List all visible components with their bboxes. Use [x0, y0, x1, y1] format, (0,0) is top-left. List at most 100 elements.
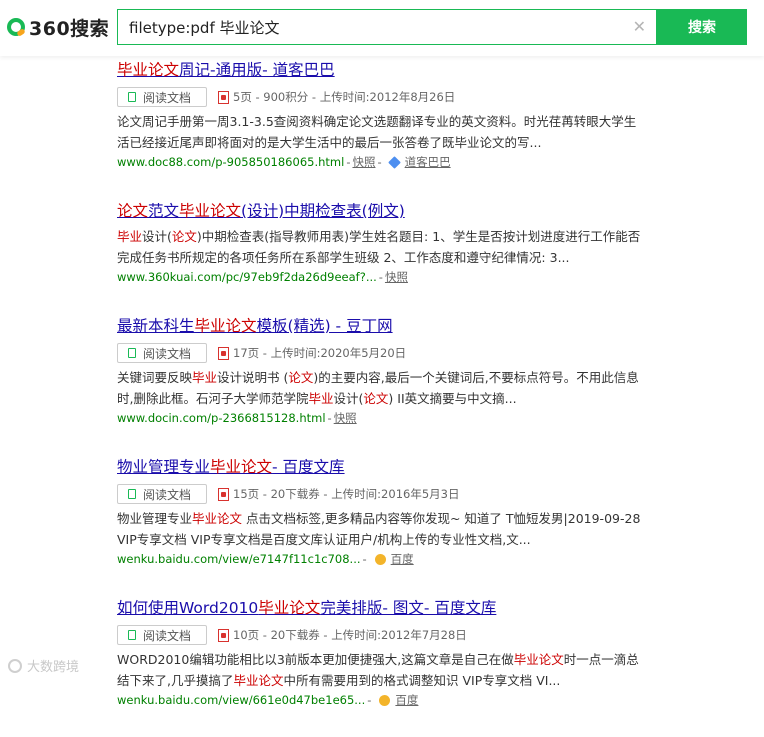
snippet-highlight: 毕业: [192, 370, 218, 385]
title-highlight: 毕业论文: [258, 599, 321, 617]
pdf-icon: [218, 487, 229, 501]
document-icon: [128, 348, 136, 358]
read-document-button[interactable]: 阅读文档: [117, 343, 207, 363]
snippet-highlight: 论文: [288, 370, 314, 385]
title-text: 物业管理专业: [117, 458, 211, 476]
header: 360搜索 ✕ 搜索: [0, 0, 764, 56]
snippet-line: WORD2010编辑功能相比以3前版本更加便捷强大,这篇文章是自己在做毕业论文时…: [117, 649, 677, 670]
separator: -: [327, 411, 332, 425]
snippet-line: VIP专享文档 VIP专享文档是百度文库认证用户/机构上传的专业性文档,文...: [117, 529, 677, 550]
title-text: (设计)中期检查表(例文): [241, 202, 405, 220]
search-button[interactable]: 搜索: [657, 9, 747, 45]
snippet-text: )的主要内容,最后一个关键词后,不要标点符号。不用此信息: [313, 370, 639, 385]
snippet-text: 点击文档标签,更多精品内容等你发现~ 知道了 T恤短发男|2019-09-28: [242, 511, 641, 526]
clear-icon[interactable]: ✕: [633, 17, 646, 37]
snippet-text: 设计(: [333, 391, 364, 406]
cache-link[interactable]: 快照: [334, 409, 357, 427]
read-document-label: 阅读文档: [143, 628, 192, 643]
snippet-text: 论文周记手册第一周3.1-3.5查阅资料确定论文选题翻译专业的英文资料。时光荏苒…: [117, 114, 637, 129]
result-meta-text: 17页 - 上传时间:2020年5月20日: [233, 346, 407, 360]
pdf-icon: [218, 628, 229, 642]
coin-icon: [379, 694, 391, 706]
snippet-line: 论文周记手册第一周3.1-3.5查阅资料确定论文选题翻译专业的英文资料。时光荏苒…: [117, 111, 677, 132]
result-snippet: 论文周记手册第一周3.1-3.5查阅资料确定论文选题翻译专业的英文资料。时光荏苒…: [117, 111, 677, 153]
separator: -: [362, 552, 367, 566]
read-document-button[interactable]: 阅读文档: [117, 87, 207, 107]
snippet-text: 设计说明书 (: [217, 370, 289, 385]
title-text: 周记-通用版- 道客巴巴: [179, 61, 335, 79]
diamond-icon: [387, 155, 401, 169]
result-url[interactable]: wenku.baidu.com/view/e7147f11c1c708...: [117, 550, 361, 568]
title-highlight: 论文: [117, 202, 149, 220]
result-url[interactable]: www.docin.com/p-2366815128.html: [117, 409, 326, 427]
snippet-line: 毕业设计(论文)中期检查表(指导教师用表)学生姓名题目: 1、学生是否按计划进度…: [117, 226, 677, 247]
search-result: 毕业论文周记-通用版- 道客巴巴阅读文档 5页 - 900积分 - 上传时间:20…: [117, 58, 677, 171]
cache-link[interactable]: 快照: [352, 153, 375, 171]
snippet-line: 结下来了,几乎摸搞了毕业论文中所有需要用到的格式调整知识 VIP专享文档 VI.…: [117, 670, 677, 691]
title-text: 模板(精选) - 豆丁网: [256, 317, 393, 335]
result-snippet: WORD2010编辑功能相比以3前版本更加便捷强大,这篇文章是自己在做毕业论文时…: [117, 649, 677, 691]
watermark: 大数跨境: [8, 656, 79, 675]
snippet-highlight: 论文: [171, 229, 197, 244]
cache-link[interactable]: 快照: [385, 268, 408, 286]
search-input[interactable]: [118, 10, 618, 44]
coin-icon: [374, 553, 386, 565]
result-url-row: wenku.baidu.com/view/e7147f11c1c708... -…: [117, 550, 677, 568]
snippet-highlight: 毕业: [308, 391, 334, 406]
snippet-line: 时,删除此框。石河子大学师范学院毕业设计(论文) II英文摘要与中文摘...: [117, 388, 677, 409]
result-title-link[interactable]: 毕业论文周记-通用版- 道客巴巴: [117, 58, 335, 82]
snippet-text: WORD2010编辑功能相比以3前版本更加便捷强大,这篇文章是自己在做: [117, 652, 514, 667]
snippet-text: 结下来了,几乎摸搞了: [117, 673, 234, 688]
search-result: 物业管理专业毕业论文- 百度文库 阅读文档 15页 - 20下载券 - 上传时间:2…: [117, 455, 677, 568]
title-highlight: 毕业论文: [194, 317, 257, 335]
watermark-logo-icon: [8, 658, 22, 673]
title-text: 范文: [148, 202, 180, 220]
result-meta-row: 阅读文档 10页 - 20下载券 - 上传时间:2012年7月28日: [117, 624, 677, 646]
result-url-row: www.docin.com/p-2366815128.html - 快照: [117, 409, 677, 427]
site-name-link[interactable]: 百度: [391, 550, 414, 568]
read-document-label: 阅读文档: [143, 346, 192, 361]
result-title-link[interactable]: 论文范文毕业论文(设计)中期检查表(例文): [117, 199, 405, 223]
result-title-link[interactable]: 如何使用Word2010毕业论文完美排版- 图文- 百度文库: [117, 596, 496, 620]
title-text: 如何使用Word2010: [117, 599, 259, 617]
watermark-text: 大数跨境: [27, 660, 80, 675]
snippet-highlight: 毕业论文: [192, 511, 243, 526]
pdf-icon: [218, 90, 229, 104]
logo-text: 360搜索: [29, 17, 110, 40]
read-document-button[interactable]: 阅读文档: [117, 625, 207, 645]
read-document-label: 阅读文档: [143, 90, 192, 105]
snippet-text: 关键词要反映: [117, 370, 193, 385]
result-url-row: wenku.baidu.com/view/661e0d47be1e65... -…: [117, 691, 677, 709]
snippet-line: 活已经接近尾声即将面对的是大学生活中的最后一张答卷了既毕业论文的写...: [117, 132, 677, 153]
result-snippet: 关键词要反映毕业设计说明书 (论文)的主要内容,最后一个关键词后,不要标点符号。…: [117, 367, 677, 409]
site-name-link[interactable]: 道客巴巴: [405, 153, 451, 171]
snippet-text: ) II英文摘要与中文摘...: [388, 391, 517, 406]
snippet-highlight: 毕业: [117, 229, 143, 244]
separator: -: [346, 155, 351, 169]
result-meta-text: 15页 - 20下载券 - 上传时间:2016年5月3日: [233, 487, 460, 501]
result-meta-row: 阅读文档 5页 - 900积分 - 上传时间:2012年8月26日: [117, 86, 677, 108]
result-snippet: 毕业设计(论文)中期检查表(指导教师用表)学生姓名题目: 1、学生是否按计划进度…: [117, 226, 677, 268]
snippet-text: 时一点一滴总: [563, 652, 639, 667]
snippet-text: 时,删除此框。石河子大学师范学院: [117, 391, 309, 406]
result-url[interactable]: wenku.baidu.com/view/661e0d47be1e65...: [117, 691, 365, 709]
result-snippet: 物业管理专业毕业论文 点击文档标签,更多精品内容等你发现~ 知道了 T恤短发男|…: [117, 508, 677, 550]
snippet-highlight: 毕业论文: [513, 652, 564, 667]
result-title-link[interactable]: 物业管理专业毕业论文- 百度文库: [117, 455, 345, 479]
read-document-button[interactable]: 阅读文档: [117, 484, 207, 504]
site-name-link[interactable]: 百度: [395, 691, 418, 709]
result-url[interactable]: www.doc88.com/p-905850186065.html: [117, 153, 344, 171]
result-url[interactable]: www.360kuai.com/pc/97eb9f2da26d9eeaf?...: [117, 268, 377, 286]
snippet-text: 完成任务书所规定的各项任务所在系部学生班级 2、工作态度和遵守纪律情况: 3..…: [117, 250, 570, 265]
result-url-row: www.360kuai.com/pc/97eb9f2da26d9eeaf?...…: [117, 268, 677, 286]
search-result: 最新本科生毕业论文模板(精选) - 豆丁网阅读文档 17页 - 上传时间:2020…: [117, 314, 677, 427]
snippet-text: 中所有需要用到的格式调整知识 VIP专享文档 VI...: [283, 673, 561, 688]
title-text: - 百度文库: [272, 458, 345, 476]
separator: -: [377, 155, 382, 169]
pdf-icon: [218, 346, 229, 360]
logo[interactable]: 360搜索: [7, 13, 109, 41]
title-highlight: 毕业论文: [117, 61, 180, 79]
snippet-highlight: 论文: [363, 391, 389, 406]
separator: -: [367, 693, 372, 707]
result-title-link[interactable]: 最新本科生毕业论文模板(精选) - 豆丁网: [117, 314, 393, 338]
